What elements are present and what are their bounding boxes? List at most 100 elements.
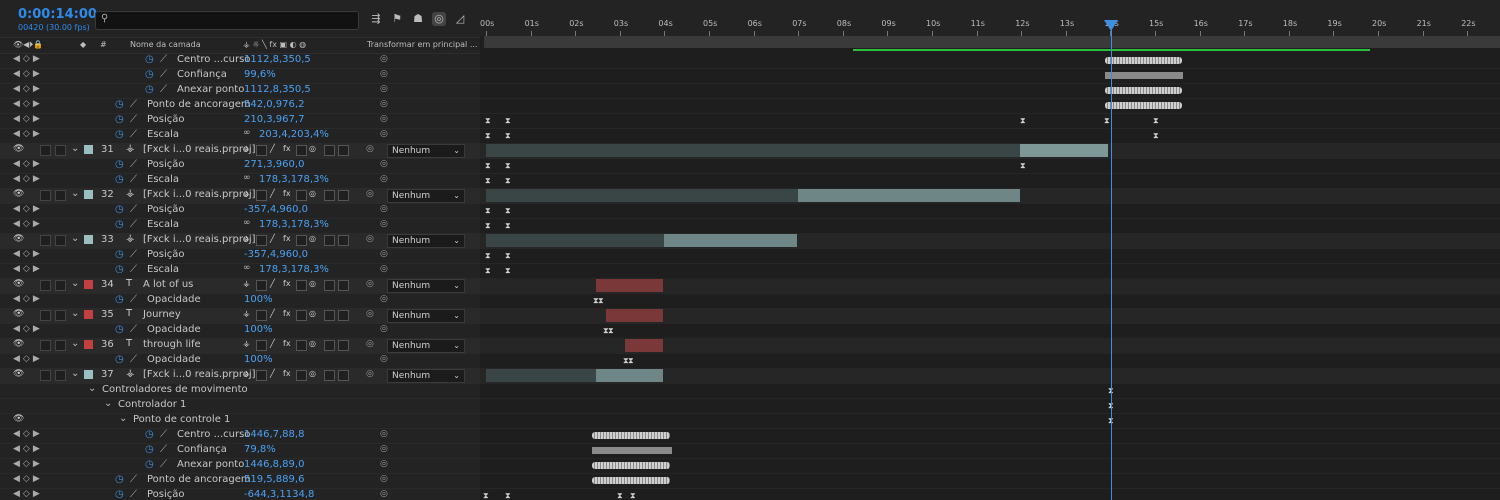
property-row[interactable]: ◀◇▶ ◷ ⟋ Centro ...curso 1446,7,88,8 ◎ [0, 428, 480, 444]
stopwatch-icon[interactable]: ◷ [115, 204, 124, 215]
video-eye-icon[interactable]: 👁 [13, 309, 24, 319]
timeline-track[interactable] [480, 368, 1500, 384]
pickwhip-icon[interactable]: ◎ [380, 489, 388, 499]
solo-checkbox[interactable] [40, 280, 51, 291]
keyframe-nav-icon[interactable]: ◀◇▶ [13, 99, 43, 109]
timeline-track[interactable]: ⧗ ⧗ [480, 218, 1500, 234]
layer-name[interactable]: [Fxck i...0 reais.prproj] [143, 189, 256, 200]
timeline-track[interactable]: ⧗ ⧗ [480, 353, 1500, 369]
stopwatch-icon[interactable]: ◷ [145, 429, 154, 440]
timeline-track[interactable]: ⧗ ⧗ [480, 293, 1500, 309]
pickwhip-icon[interactable]: ◎ [380, 459, 388, 469]
label-color-swatch[interactable] [84, 370, 93, 379]
keyframe-icon[interactable]: ⧗ [485, 176, 491, 186]
layer-name[interactable]: [Fxck i...0 reais.prproj] [143, 369, 256, 380]
stopwatch-icon[interactable]: ◷ [145, 69, 154, 80]
label-color-swatch[interactable] [84, 310, 93, 319]
3d-switch[interactable] [338, 370, 349, 381]
quality-switch[interactable] [256, 145, 267, 156]
keyframe-nav-icon[interactable]: ◀◇▶ [13, 129, 43, 139]
property-value[interactable]: 542,0,976,2 [244, 99, 304, 110]
property-row[interactable]: ◀◇▶ ◷ ⟋ Escala ∞ 178,3,178,3% ◎ [0, 218, 480, 234]
expand-chevron-icon[interactable]: ⌄ [71, 308, 79, 319]
parent-select[interactable]: Nenhum ⌄ [387, 339, 465, 353]
timeline-track[interactable]: ⧗ [480, 383, 1500, 399]
timeline-track[interactable] [480, 278, 1500, 294]
label-color-swatch[interactable] [84, 340, 93, 349]
keyframe-cluster[interactable] [1105, 102, 1182, 109]
adjustment-switch[interactable] [324, 235, 335, 246]
stopwatch-icon[interactable]: ◷ [115, 219, 124, 230]
stopwatch-icon[interactable]: ◷ [115, 174, 124, 185]
solo-checkbox[interactable] [40, 340, 51, 351]
timeline-track[interactable]: ⧗ [480, 398, 1500, 414]
keyframe-cluster[interactable] [592, 477, 670, 484]
keyframe-nav-icon[interactable]: ◀◇▶ [13, 204, 43, 214]
stopwatch-icon[interactable]: ◷ [115, 114, 124, 125]
graph-icon[interactable]: ⟋ [130, 264, 137, 275]
pickwhip-icon[interactable]: ◎ [380, 264, 388, 274]
expand-chevron-icon[interactable]: ⌄ [71, 233, 79, 244]
adjustment-switch[interactable] [324, 280, 335, 291]
pickwhip-icon[interactable]: ◎ [380, 159, 388, 169]
frame-blend-switch[interactable] [296, 370, 307, 381]
expand-chevron-icon[interactable]: ⌄ [71, 188, 79, 199]
timeline-track[interactable] [480, 308, 1500, 324]
stopwatch-icon[interactable]: ◷ [115, 354, 124, 365]
pickwhip-icon[interactable]: ◎ [380, 429, 388, 439]
fx-icon[interactable]: fx [283, 369, 291, 378]
keyframe-nav-icon[interactable]: ◀◇▶ [13, 159, 43, 169]
pickwhip-icon[interactable]: ◎ [380, 114, 388, 124]
keyframe-icon[interactable]: ⧗ [485, 206, 491, 216]
graph-icon[interactable]: ⟋ [130, 474, 137, 485]
keyframe-icon[interactable]: ⧗ [485, 251, 491, 261]
graph-icon[interactable]: ⟋ [130, 294, 137, 305]
quality-icon[interactable]: ╱ [270, 369, 275, 378]
shy-switch-icon[interactable]: ⚶ [243, 234, 250, 243]
shy-switch-icon[interactable]: ⚶ [243, 309, 250, 318]
keyframe-cluster[interactable] [1105, 72, 1183, 79]
adjustment-switch[interactable] [324, 145, 335, 156]
adjustment-switch[interactable] [324, 370, 335, 381]
motion-blur-switch-icon[interactable]: ◎ [309, 189, 316, 198]
pickwhip-icon[interactable]: ◎ [380, 324, 388, 334]
stopwatch-icon[interactable]: ◷ [145, 84, 154, 95]
pickwhip-icon[interactable]: ◎ [380, 84, 388, 94]
graph-icon[interactable]: ⟋ [130, 489, 137, 500]
adjustment-switch[interactable] [324, 310, 335, 321]
timeline-track[interactable]: ⧗ ⧗ ⧗ ⧗ [480, 488, 1500, 500]
property-row[interactable]: ◀◇▶ ◷ ⟋ Ponto de ancoragem 542,0,976,2 ◎ [0, 98, 480, 114]
keyframe-nav-icon[interactable]: ◀◇▶ [13, 444, 43, 454]
stopwatch-icon[interactable]: ◷ [115, 324, 124, 335]
shy-switch-icon[interactable]: ⚶ [243, 279, 250, 288]
expand-chevron-icon[interactable]: ⌄ [88, 383, 96, 394]
property-value[interactable]: -644,3,1134,8 [244, 489, 314, 500]
work-area-bar[interactable] [484, 36, 1500, 48]
keyframe-nav-icon[interactable]: ◀◇▶ [13, 54, 43, 64]
property-row[interactable]: ◀◇▶ ◷ ⟋ Centro ...curso 1112,8,350,5 ◎ [0, 53, 480, 69]
fx-icon[interactable]: fx [283, 279, 291, 288]
quality-switch[interactable] [256, 340, 267, 351]
keyframe-icon[interactable]: ⧗ [505, 491, 511, 500]
property-row[interactable]: ◀◇▶ ◷ ⟋ Posição 271,3,960,0 ◎ [0, 158, 480, 174]
layer-row[interactable]: 👁 ⌄ 36 Tthrough life ⚶ ╱ fx ◎ ◎ Nenhum ⌄ [0, 338, 480, 354]
property-value[interactable]: 1112,8,350,5 [244, 84, 311, 95]
playhead[interactable] [1111, 24, 1112, 500]
keyframe-icon[interactable]: ⧗ [505, 206, 511, 216]
graph-icon[interactable]: ⟋ [160, 54, 167, 65]
constrain-proportions-icon[interactable]: ∞ [243, 173, 251, 183]
expand-chevron-icon[interactable]: ⌄ [71, 368, 79, 379]
layer-duration-bar[interactable] [486, 144, 1020, 157]
quality-switch[interactable] [256, 280, 267, 291]
motion-blur-switch-icon[interactable]: ◎ [309, 369, 316, 378]
keyframe-nav-icon[interactable]: ◀◇▶ [13, 474, 43, 484]
timeline-track[interactable] [480, 68, 1500, 84]
keyframe-nav-icon[interactable]: ◀◇▶ [13, 459, 43, 469]
property-value[interactable]: 210,3,967,7 [244, 114, 304, 125]
pickwhip-icon[interactable]: ◎ [366, 309, 374, 319]
keyframe-cluster[interactable] [592, 432, 670, 439]
label-color-swatch[interactable] [84, 190, 93, 199]
expand-chevron-icon[interactable]: ⌄ [104, 398, 112, 409]
timeline-track[interactable] [480, 338, 1500, 354]
fx-icon[interactable]: fx [283, 309, 291, 318]
